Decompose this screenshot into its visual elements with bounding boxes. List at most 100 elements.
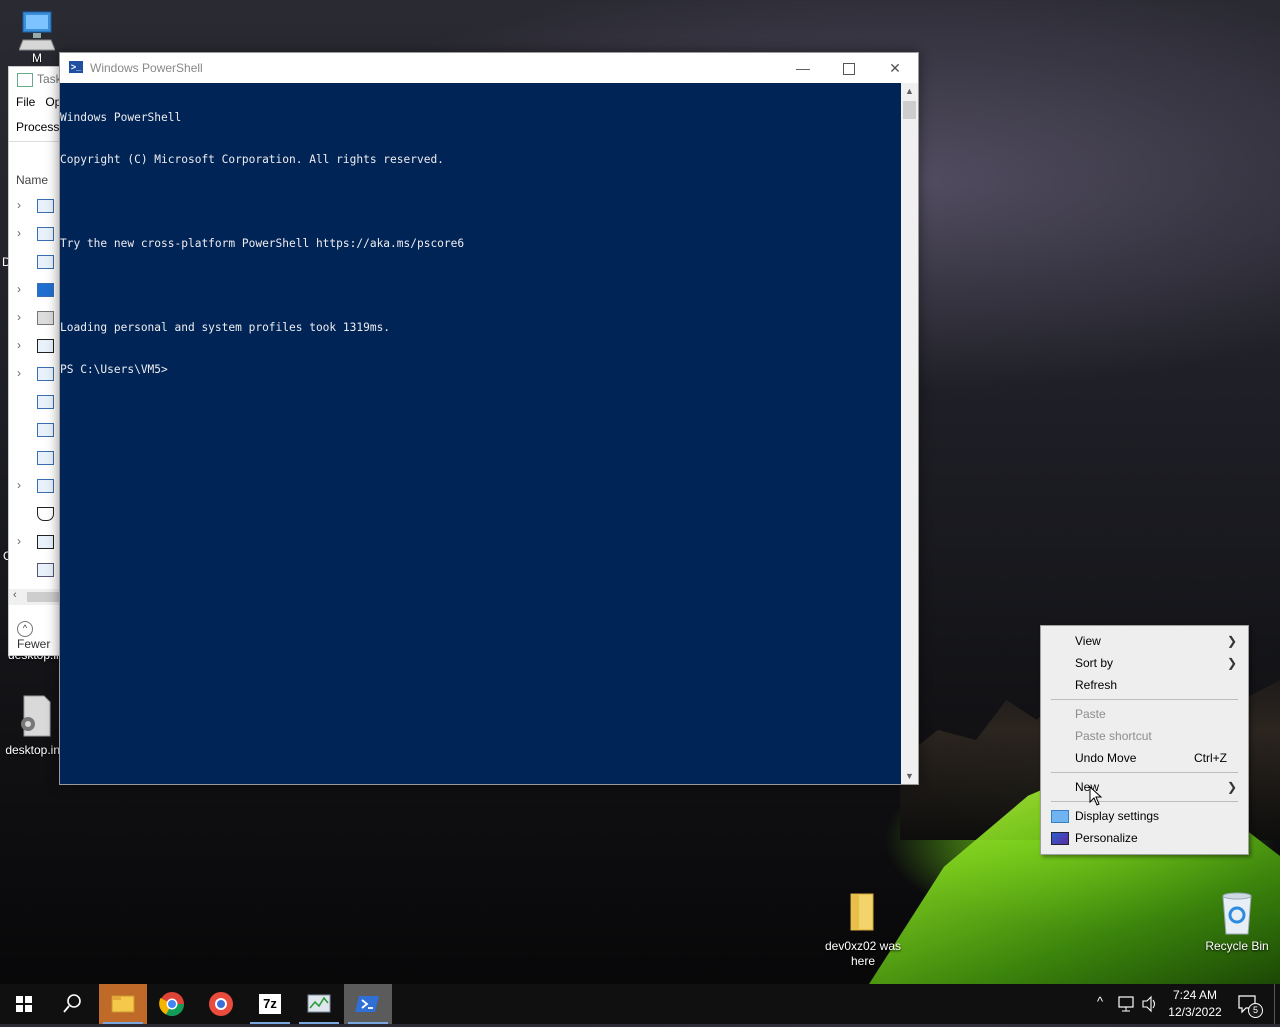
desktop-icon-this-pc[interactable]: M	[12, 10, 62, 65]
desktop-icon-desktop-ini-2[interactable]: desktop.ini	[4, 694, 64, 757]
taskbar-chrome-alt[interactable]	[197, 984, 245, 1024]
app-window-icon	[37, 451, 54, 465]
desktop-icon-folder[interactable]: dev0xz02 was here	[818, 890, 908, 969]
menu-item-personalize[interactable]: Personalize	[1042, 827, 1247, 849]
notification-count-badge: 5	[1248, 1003, 1263, 1018]
console-line: Loading personal and system profiles too…	[60, 321, 391, 334]
network-app-icon	[37, 563, 54, 577]
app-window-icon	[37, 227, 54, 241]
window-title: Windows PowerShell	[90, 61, 203, 75]
chevron-right-icon[interactable]: ›	[17, 282, 21, 296]
menu-item-paste-shortcut[interactable]: Paste shortcut	[1042, 725, 1247, 747]
menu-item-label: Paste shortcut	[1075, 729, 1152, 743]
chrome-icon	[159, 992, 184, 1017]
task-manager-icon	[17, 72, 33, 87]
chevron-right-icon[interactable]: ›	[17, 310, 21, 324]
menu-item-label: View	[1075, 634, 1101, 648]
chevron-right-icon[interactable]: ›	[17, 226, 21, 240]
vertical-scrollbar[interactable]: ▲ ▼	[901, 83, 918, 784]
powershell-window[interactable]: >_ Windows PowerShell — ✕ Windows PowerS…	[59, 52, 919, 785]
mouse-cursor-icon	[1089, 786, 1103, 806]
chevron-right-icon[interactable]: ›	[17, 198, 21, 212]
console-prompt[interactable]: PS C:\Users\VM5>	[60, 363, 901, 377]
chevron-up-icon: ^	[1097, 994, 1104, 1009]
chevron-right-icon[interactable]: ›	[17, 478, 21, 492]
chevron-right-icon[interactable]: ›	[17, 338, 21, 352]
menu-item-view[interactable]: View ❯	[1042, 630, 1247, 652]
menu-item-undo-move[interactable]: Undo Move Ctrl+Z	[1042, 747, 1247, 769]
personalize-icon	[1051, 832, 1069, 845]
menu-separator	[1051, 699, 1238, 700]
menu-separator	[1051, 772, 1238, 773]
scroll-up-icon[interactable]: ▲	[901, 83, 918, 99]
computer-icon	[18, 11, 56, 51]
chrome-alt-icon	[209, 992, 233, 1016]
chevron-right-icon[interactable]: ›	[17, 534, 21, 548]
folder-icon	[850, 893, 874, 931]
menu-item-label: Sort by	[1075, 656, 1114, 670]
column-header-name[interactable]: Name	[16, 173, 48, 187]
chevron-right-icon: ❯	[1226, 634, 1237, 648]
chevron-right-icon[interactable]: ›	[17, 366, 21, 380]
powershell-icon: >_	[69, 61, 83, 73]
search-button[interactable]	[48, 984, 96, 1024]
app-window-icon	[37, 423, 54, 437]
file-explorer-icon	[111, 995, 135, 1013]
powershell-titlebar[interactable]: >_ Windows PowerShell — ✕	[60, 53, 918, 83]
display-icon	[1051, 810, 1069, 823]
console-line: Windows PowerShell	[60, 111, 182, 124]
search-app-icon	[37, 283, 54, 297]
app-window-icon	[37, 367, 54, 381]
menu-item-label: Display settings	[1075, 809, 1160, 823]
show-desktop-button[interactable]	[1274, 984, 1280, 1024]
taskbar-powershell[interactable]	[344, 984, 392, 1024]
close-icon: ✕	[889, 60, 901, 76]
app-window-icon	[37, 339, 54, 353]
printer-icon	[37, 311, 54, 325]
menu-item-paste[interactable]: Paste	[1042, 703, 1247, 725]
maximize-button[interactable]	[826, 53, 872, 83]
minimize-button[interactable]: —	[780, 53, 826, 83]
menu-item-sort-by[interactable]: Sort by ❯	[1042, 652, 1247, 674]
desktop-icon-label: dev0xz02 was here	[824, 939, 902, 968]
app-window-icon	[37, 395, 54, 409]
recycle-bin-icon	[1222, 892, 1252, 935]
menu-item-new[interactable]: New ❯	[1042, 776, 1247, 798]
close-button[interactable]: ✕	[872, 53, 918, 83]
taskbar-7zip[interactable]: 7z	[246, 984, 294, 1024]
shield-icon	[37, 507, 54, 521]
start-button[interactable]	[0, 984, 48, 1024]
desktop-icon-label: M	[32, 51, 42, 65]
taskbar-task-manager[interactable]	[295, 984, 343, 1024]
taskbar-chrome[interactable]	[148, 984, 196, 1024]
menu-item-display-settings[interactable]: Display settings	[1042, 805, 1247, 827]
scroll-down-icon[interactable]: ▼	[901, 768, 918, 784]
maximize-icon	[843, 63, 855, 76]
menu-item-label: Paste	[1075, 707, 1106, 721]
scrollbar-thumb[interactable]	[903, 101, 916, 119]
clock[interactable]: 7:24 AM 12/3/2022	[1164, 984, 1226, 1024]
minimize-icon: —	[796, 60, 810, 76]
task-manager-title: Task	[37, 72, 62, 86]
action-center-button[interactable]: 5	[1234, 984, 1264, 1024]
clock-time: 7:24 AM	[1172, 988, 1218, 1002]
fewer-details-label: Fewer	[17, 637, 51, 651]
network-button[interactable]	[1116, 984, 1138, 1024]
menu-file[interactable]: File	[16, 95, 35, 109]
settings-file-icon	[21, 695, 51, 737]
volume-button[interactable]	[1140, 984, 1160, 1024]
desktop-icon-recycle-bin[interactable]: Recycle Bin	[1202, 890, 1272, 953]
menu-separator	[1051, 801, 1238, 802]
console-output[interactable]: Windows PowerShell Copyright (C) Microso…	[60, 83, 901, 784]
app-window-icon	[37, 199, 54, 213]
console-line: Copyright (C) Microsoft Corporation. All…	[60, 153, 444, 166]
show-hidden-icons-button[interactable]: ^	[1094, 984, 1112, 1024]
taskbar-file-explorer[interactable]	[99, 984, 147, 1024]
powershell-icon	[355, 996, 379, 1012]
scroll-left-icon[interactable]: ‹	[13, 589, 17, 601]
app-window-icon	[37, 535, 54, 549]
menu-item-refresh[interactable]: Refresh	[1042, 674, 1247, 696]
app-window-icon	[37, 479, 54, 493]
console-line: Try the new cross-platform PowerShell ht…	[60, 237, 465, 250]
